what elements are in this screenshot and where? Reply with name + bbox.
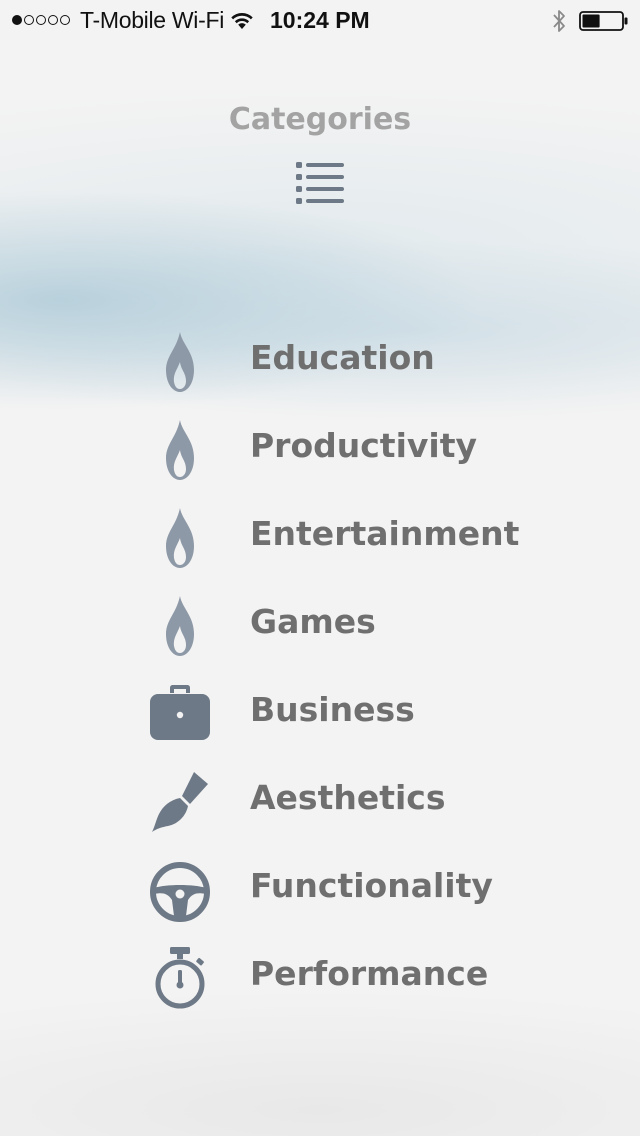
battery-icon: [579, 11, 628, 31]
category-label: Education: [250, 338, 435, 377]
list-icon[interactable]: [294, 158, 346, 210]
category-label: Aesthetics: [250, 778, 446, 817]
flame-icon: [166, 420, 194, 480]
wifi-icon: [231, 12, 253, 29]
signal-strength-icon: [12, 15, 72, 25]
signal-dot: [60, 15, 70, 25]
category-item-business[interactable]: Business: [140, 672, 560, 752]
signal-dot: [48, 15, 58, 25]
steering-wheel-icon: [150, 862, 210, 922]
signal-dot: [12, 15, 22, 25]
signal-dot: [36, 15, 46, 25]
category-label: Games: [250, 602, 376, 641]
category-item-games[interactable]: Games: [140, 584, 560, 664]
signal-dot: [24, 15, 34, 25]
briefcase-icon: [150, 685, 210, 740]
category-item-performance[interactable]: Performance: [140, 936, 560, 1016]
bluetooth-icon: [553, 10, 565, 32]
paintbrush-icon: [152, 772, 208, 832]
category-label: Productivity: [250, 426, 478, 465]
clock: 10:24 PM: [270, 7, 370, 33]
category-label: Business: [250, 690, 415, 729]
status-bar: T-Mobile Wi-Fi 10:24 PM: [0, 0, 640, 40]
page-title: Categories: [228, 102, 412, 137]
battery-level-fill: [582, 14, 600, 28]
flame-icon: [166, 508, 194, 568]
category-item-productivity[interactable]: Productivity: [140, 408, 560, 488]
flame-icon: [166, 596, 194, 656]
category-item-entertainment[interactable]: Entertainment: [140, 496, 560, 576]
category-label: Functionality: [250, 866, 493, 905]
stopwatch-icon: [155, 947, 205, 1009]
category-label: Entertainment: [250, 514, 520, 553]
flame-icon: [166, 332, 194, 392]
category-label: Performance: [250, 954, 489, 993]
status-left: T-Mobile Wi-Fi: [12, 6, 254, 34]
carrier-name: T-Mobile Wi-Fi: [80, 6, 225, 33]
category-item-aesthetics[interactable]: Aesthetics: [140, 760, 560, 840]
category-item-education[interactable]: Education: [140, 320, 560, 400]
category-item-functionality[interactable]: Functionality: [140, 848, 560, 928]
